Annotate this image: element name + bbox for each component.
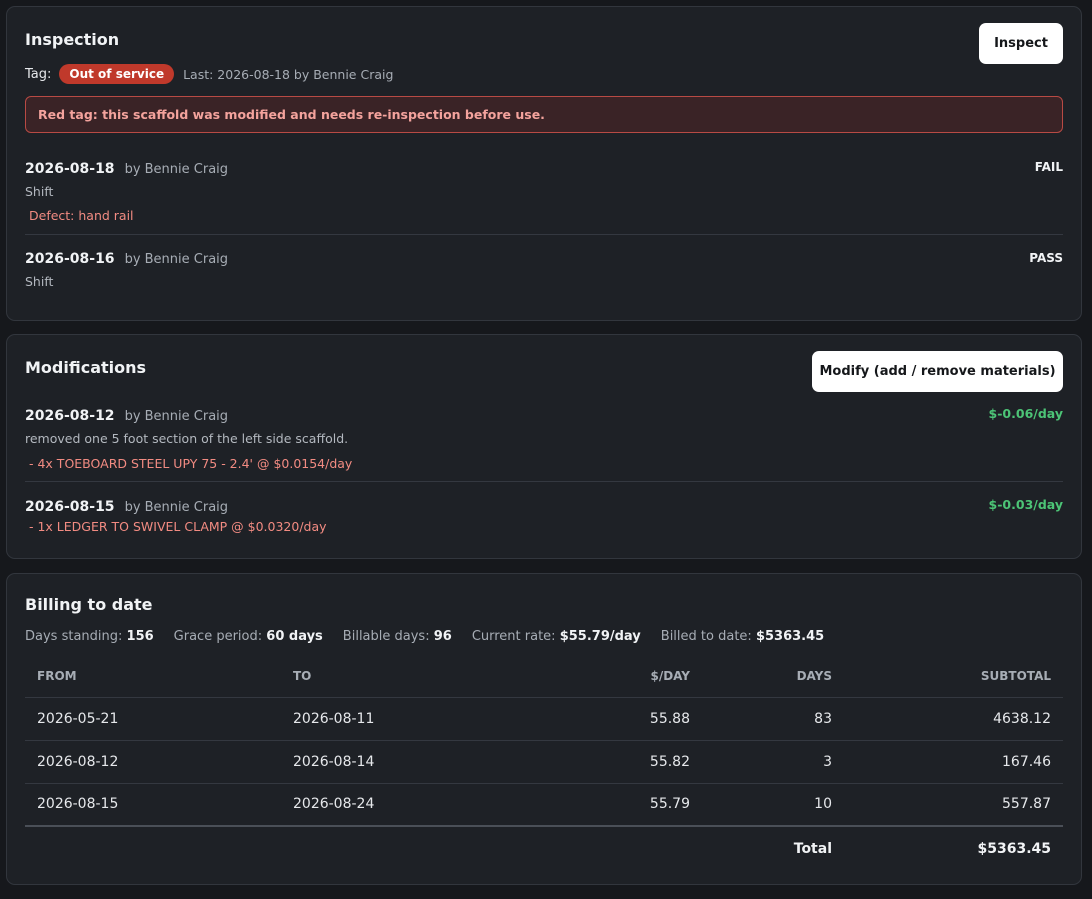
modifier-name: by Bennie Craig — [124, 500, 229, 515]
modifications-card: Modifications Modify (add / remove mater… — [6, 334, 1082, 559]
stat-grace-period: Grace period: 60 days — [173, 629, 323, 644]
stat-billable-days: Billable days: 96 — [342, 629, 452, 644]
table-header-row: FROM TO $/DAY DAYS SUBTOTAL — [25, 656, 1063, 698]
table-row: 2026-08-15 2026-08-24 55.79 10 557.87 — [25, 783, 1063, 827]
cell-subtotal: 557.87 — [844, 783, 1063, 827]
inspection-defect: Defect: hand rail — [29, 208, 134, 223]
table-row: 2026-08-12 2026-08-14 55.82 3 167.46 — [25, 740, 1063, 784]
cell-rate: 55.88 — [537, 697, 702, 741]
inspection-title: Inspection — [25, 30, 120, 49]
column-header-subtotal: SUBTOTAL — [844, 656, 1063, 698]
red-tag-alert: Red tag: this scaffold was modified and … — [25, 96, 1063, 133]
cell-to: 2026-08-11 — [281, 697, 537, 741]
material-change: - 4x TOEBOARD STEEL UPY 75 - 2.4' @ $0.0… — [29, 456, 353, 471]
column-header-to: TO — [281, 656, 537, 698]
cell-days: 83 — [702, 697, 844, 741]
cell-from: 2026-08-15 — [25, 783, 281, 827]
cell-to: 2026-08-24 — [281, 783, 537, 827]
inspection-card: Inspection Inspect Tag: Out of service L… — [6, 6, 1082, 321]
cell-days: 10 — [702, 783, 844, 827]
cell-to: 2026-08-14 — [281, 740, 537, 784]
inspection-record: 2026-08-18 by Bennie Craig — [25, 158, 228, 177]
cell-from: 2026-05-21 — [25, 697, 281, 741]
cell-subtotal: 4638.12 — [844, 697, 1063, 741]
cell-subtotal: 167.46 — [844, 740, 1063, 784]
inspect-button[interactable]: Inspect — [979, 23, 1063, 64]
inspection-date: 2026-08-16 — [25, 251, 115, 267]
modification-date: 2026-08-12 — [25, 408, 115, 424]
stat-billed-to-date: Billed to date: $5363.45 — [660, 629, 825, 644]
cell-rate: 55.82 — [537, 740, 702, 784]
modification-record: 2026-08-12 by Bennie Craig — [25, 405, 228, 424]
modifications-title: Modifications — [25, 358, 147, 377]
divider — [25, 481, 1063, 482]
status-badge: Out of service — [59, 64, 175, 84]
billing-title: Billing to date — [25, 595, 153, 614]
inspection-type: Shift — [25, 184, 54, 199]
column-header-days: DAYS — [702, 656, 844, 698]
cell-rate: 55.79 — [537, 783, 702, 827]
inspector-name: by Bennie Craig — [124, 252, 229, 267]
total-label: Total — [702, 825, 844, 870]
last-inspection-text: Last: 2026-08-18 by Bennie Craig — [183, 66, 394, 82]
rate-change: $-0.06/day — [988, 406, 1063, 421]
inspector-name: by Bennie Craig — [124, 162, 229, 177]
billing-card: Billing to date Days standing: 156 Grace… — [6, 573, 1082, 885]
table-total-row: Total $5363.45 — [25, 825, 1063, 870]
inspection-result: FAIL — [1034, 160, 1063, 174]
modification-record: 2026-08-15 by Bennie Craig — [25, 496, 228, 515]
column-header-from: FROM — [25, 656, 281, 698]
tag-row: Tag: Out of service Last: 2026-08-18 by … — [25, 64, 393, 84]
inspection-record: 2026-08-16 by Bennie Craig — [25, 248, 228, 267]
billing-table: FROM TO $/DAY DAYS SUBTOTAL 2026-05-21 2… — [25, 656, 1063, 870]
billing-stats: Days standing: 156 Grace period: 60 days… — [25, 629, 844, 644]
stat-days-standing: Days standing: 156 — [25, 629, 154, 644]
inspection-date: 2026-08-18 — [25, 161, 115, 177]
column-header-rate: $/DAY — [537, 656, 702, 698]
inspection-result: PASS — [1029, 251, 1063, 265]
modification-date: 2026-08-15 — [25, 499, 115, 515]
stat-current-rate: Current rate: $55.79/day — [471, 629, 641, 644]
modifier-name: by Bennie Craig — [124, 409, 229, 424]
modify-button[interactable]: Modify (add / remove materials) — [812, 351, 1063, 392]
tag-label: Tag: — [25, 66, 52, 82]
rate-change: $-0.03/day — [988, 497, 1063, 512]
divider — [25, 234, 1063, 235]
cell-from: 2026-08-12 — [25, 740, 281, 784]
material-change: - 1x LEDGER TO SWIVEL CLAMP @ $0.0320/da… — [29, 519, 327, 534]
inspection-type: Shift — [25, 274, 54, 289]
cell-days: 3 — [702, 740, 844, 784]
table-row: 2026-05-21 2026-08-11 55.88 83 4638.12 — [25, 697, 1063, 741]
modification-note: removed one 5 foot section of the left s… — [25, 431, 349, 446]
total-value: $5363.45 — [844, 825, 1063, 870]
